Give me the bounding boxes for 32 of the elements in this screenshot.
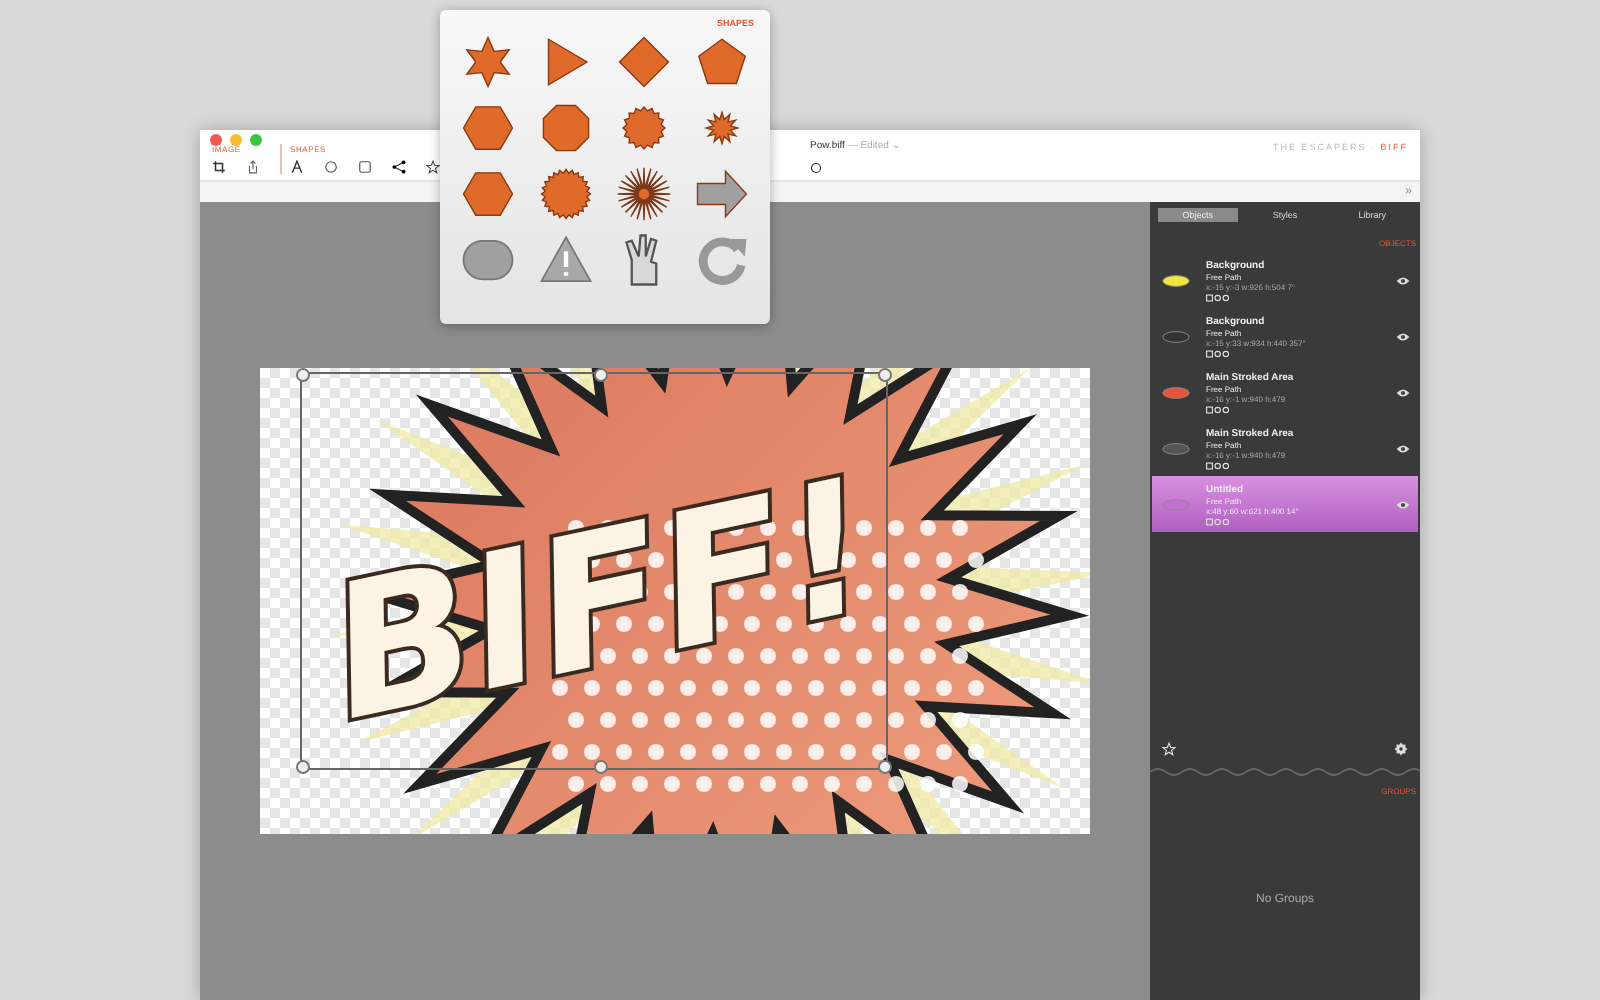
attribute-icons — [1206, 461, 1234, 469]
attribute-icons — [1206, 517, 1234, 525]
diamond-icon[interactable] — [616, 34, 672, 90]
square-tool-icon[interactable] — [358, 160, 372, 174]
attribute-icons — [1206, 349, 1234, 357]
arrow-icon[interactable] — [694, 166, 750, 222]
nodes-tool-icon[interactable] — [392, 160, 406, 174]
six-point-star-icon[interactable] — [460, 34, 516, 90]
octagon-icon[interactable] — [538, 100, 594, 156]
star-tool-icon[interactable] — [426, 160, 440, 174]
visibility-eye-icon[interactable] — [1396, 275, 1410, 285]
attribute-icons — [1206, 405, 1234, 413]
add-star-icon[interactable] — [1162, 742, 1176, 756]
warning-icon[interactable] — [538, 232, 594, 288]
hexagon-icon[interactable] — [460, 100, 516, 156]
selection-box[interactable] — [300, 372, 888, 770]
pentagon-icon[interactable] — [694, 34, 750, 90]
hexagon-icon[interactable] — [460, 166, 516, 222]
spiky-star-icon[interactable] — [616, 166, 672, 222]
circle-tool-icon[interactable] — [324, 160, 338, 174]
burst-icon[interactable] — [538, 166, 594, 222]
crop-icon[interactable] — [212, 160, 226, 174]
text-tool-icon[interactable] — [290, 160, 304, 174]
share-icon[interactable] — [246, 160, 260, 174]
settings-icon[interactable] — [1394, 742, 1408, 756]
attribute-icons — [1206, 293, 1234, 301]
visibility-eye-icon[interactable] — [1396, 443, 1410, 453]
visibility-eye-icon[interactable] — [1396, 387, 1410, 397]
close-button[interactable] — [210, 134, 222, 146]
visibility-eye-icon[interactable] — [1396, 499, 1410, 509]
visibility-eye-icon[interactable] — [1396, 331, 1410, 341]
circle-icon[interactable] — [810, 162, 822, 174]
